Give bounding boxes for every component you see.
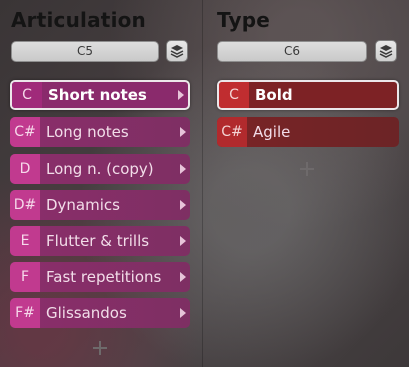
type-title: Type (217, 8, 270, 32)
type-column: Type C6 C Bold C# Agile (203, 0, 409, 367)
type-slot-1[interactable]: C# Agile (217, 117, 399, 147)
slot-key: D# (10, 190, 40, 220)
slot-label: Short notes (48, 86, 147, 104)
slot-label: Fast repetitions (46, 268, 162, 286)
articulation-column: Articulation C5 C Short notes C# Long no… (0, 0, 203, 367)
articulation-slot-3[interactable]: D# Dynamics (10, 190, 190, 220)
type-slot-0[interactable]: C Bold (217, 80, 399, 110)
slot-key: C (12, 82, 42, 108)
slot-key: E (10, 226, 40, 256)
slot-key: D (10, 154, 40, 184)
plus-icon (300, 162, 314, 176)
add-type-button[interactable] (299, 161, 315, 177)
articulation-slot-6[interactable]: F# Glissandos (10, 298, 190, 328)
slot-label: Glissandos (46, 304, 127, 322)
articulation-key-field[interactable]: C5 (11, 41, 159, 62)
articulation-slot-5[interactable]: F Fast repetitions (10, 262, 190, 292)
slot-label: Long n. (copy) (46, 160, 154, 178)
slot-label: Bold (255, 86, 293, 104)
slot-key: C (219, 82, 249, 108)
slot-key: F# (10, 298, 40, 328)
slot-label: Dynamics (46, 196, 120, 214)
chevron-right-icon[interactable] (174, 236, 190, 246)
chevron-right-icon[interactable] (174, 272, 190, 282)
slot-label: Agile (253, 123, 291, 141)
articulation-slot-4[interactable]: E Flutter & trills (10, 226, 190, 256)
articulation-slot-1[interactable]: C# Long notes (10, 117, 190, 147)
chevron-right-icon[interactable] (174, 308, 190, 318)
articulation-layers-button[interactable] (166, 40, 188, 62)
slot-label: Long notes (46, 123, 129, 141)
articulation-title: Articulation (11, 8, 146, 32)
chevron-right-icon[interactable] (172, 90, 188, 100)
type-key-field[interactable]: C6 (217, 41, 367, 62)
layers-icon (379, 45, 393, 58)
slot-key: F (10, 262, 40, 292)
chevron-right-icon[interactable] (174, 200, 190, 210)
plus-icon (93, 341, 107, 355)
slot-label: Flutter & trills (46, 232, 150, 250)
articulation-slot-0[interactable]: C Short notes (10, 80, 190, 110)
chevron-right-icon[interactable] (174, 164, 190, 174)
articulation-slot-2[interactable]: D Long n. (copy) (10, 154, 190, 184)
chevron-right-icon[interactable] (174, 127, 190, 137)
slot-key: C# (217, 117, 247, 147)
layers-icon (170, 45, 184, 58)
type-layers-button[interactable] (375, 40, 397, 62)
add-articulation-button[interactable] (92, 340, 108, 356)
slot-key: C# (10, 117, 40, 147)
